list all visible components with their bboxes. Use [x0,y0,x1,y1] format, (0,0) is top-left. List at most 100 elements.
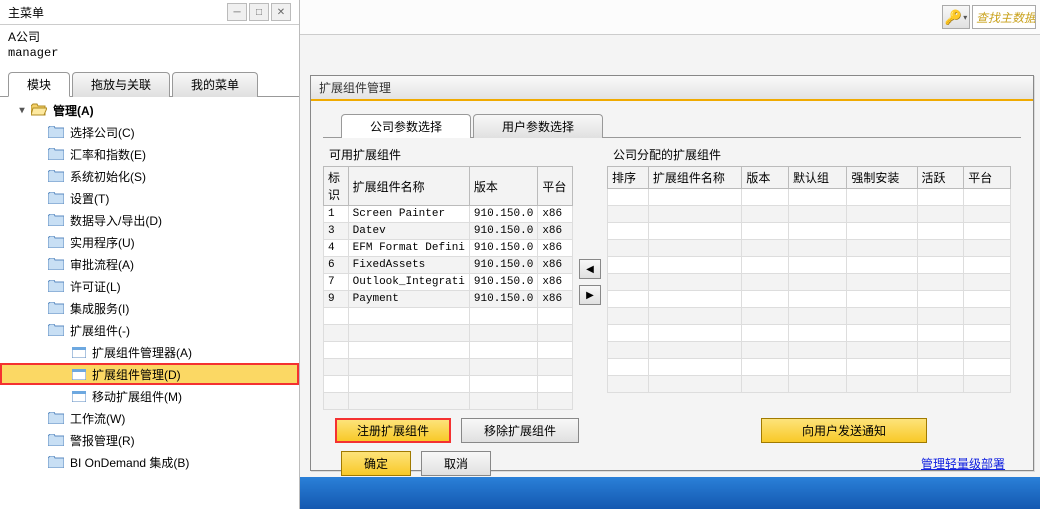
table-row[interactable]: 3Datev910.150.0x86 [324,223,573,240]
remove-button[interactable]: 移除扩展组件 [461,418,579,443]
table-cell [648,206,741,223]
tab-modules[interactable]: 模块 [8,72,70,97]
table-row[interactable] [608,359,1011,376]
tab-dragdrop[interactable]: 拖放与关联 [72,72,170,97]
table-cell [648,223,741,240]
table-row[interactable]: 1Screen Painter910.150.0x86 [324,206,573,223]
tree-item[interactable]: BI OnDemand 集成(B) [0,451,299,473]
ok-button[interactable]: 确定 [341,451,411,476]
table-row[interactable] [324,342,573,359]
manage-link[interactable]: 管理轻量级部署 [921,455,1005,472]
table-cell [917,291,964,308]
table-row[interactable] [608,342,1011,359]
table-cell [742,376,789,393]
table-cell [538,393,573,410]
tree-item[interactable]: 设置(T) [0,187,299,209]
tree-item[interactable]: 系统初始化(S) [0,165,299,187]
key-icon-button[interactable]: 🔑▾ [942,5,970,29]
nav-tree: ▾ 管理(A) 选择公司(C)汇率和指数(E)系统初始化(S)设置(T)数据导入… [0,99,299,473]
tab-company-params[interactable]: 公司参数选择 [341,114,471,138]
table-cell [648,274,741,291]
table-cell [742,291,789,308]
tree-subitem[interactable]: 扩展组件管理(D) [0,363,299,385]
table-row[interactable] [608,223,1011,240]
table-cell [789,376,847,393]
table-cell [608,376,649,393]
col-plat[interactable]: 平台 [538,167,573,206]
tree-item[interactable]: 警报管理(R) [0,429,299,451]
table-cell [469,308,537,325]
assigned-grid[interactable]: 排序 扩展组件名称 版本 默认组 强制安装 活跃 平台 [607,166,1011,393]
table-row[interactable] [608,257,1011,274]
table-cell [608,274,649,291]
maximize-button[interactable]: □ [249,3,269,21]
available-grid[interactable]: 标识 扩展组件名称 版本 平台 1Screen Painter910.150.0… [323,166,573,410]
table-cell [964,240,1011,257]
left-panel: 主菜单 ─ □ ✕ A公司 manager 模块 拖放与关联 我的菜单 ▾ 管理… [0,0,300,509]
table-row[interactable]: 7Outlook_Integrati910.150.0x86 [324,274,573,291]
table-row[interactable] [324,393,573,410]
tab-mymenu[interactable]: 我的菜单 [172,72,258,97]
table-cell [789,274,847,291]
tree-item[interactable]: 数据导入/导出(D) [0,209,299,231]
tree-subitem[interactable]: 移动扩展组件(M) [0,385,299,407]
tree-item[interactable]: 汇率和指数(E) [0,143,299,165]
tree-item[interactable]: 许可证(L) [0,275,299,297]
tree-item[interactable]: 工作流(W) [0,407,299,429]
search-input[interactable]: 查找主数据和 [972,5,1036,29]
col-plat2[interactable]: 平台 [964,167,1011,189]
table-cell: 910.150.0 [469,257,537,274]
table-row[interactable] [608,189,1011,206]
register-button[interactable]: 注册扩展组件 [335,418,451,443]
table-row[interactable] [608,274,1011,291]
tree-item[interactable]: 集成服务(I) [0,297,299,319]
table-row[interactable]: 9Payment910.150.0x86 [324,291,573,308]
table-row[interactable] [608,325,1011,342]
table-cell [538,359,573,376]
col-defgrp[interactable]: 默认组 [789,167,847,189]
tree-item[interactable]: 选择公司(C) [0,121,299,143]
table-row[interactable] [324,376,573,393]
notify-button[interactable]: 向用户发送通知 [761,418,927,443]
table-cell: x86 [538,206,573,223]
table-row[interactable] [608,308,1011,325]
table-cell [348,359,469,376]
table-cell [964,189,1011,206]
col-active[interactable]: 活跃 [917,167,964,189]
tree-root[interactable]: ▾ 管理(A) [0,99,299,121]
col-order[interactable]: 排序 [608,167,649,189]
table-cell [917,223,964,240]
tree-item[interactable]: 扩展组件(-) [0,319,299,341]
close-button[interactable]: ✕ [271,3,291,21]
assigned-section: 公司分配的扩展组件 排序 扩展组件名称 版本 默认组 强制安装 活跃 平台 [607,146,1011,393]
table-row[interactable] [608,291,1011,308]
table-cell [742,308,789,325]
col-ver[interactable]: 版本 [469,167,537,206]
param-tabs: 公司参数选择 用户参数选择 [341,113,1033,137]
table-row[interactable] [608,376,1011,393]
tree-item[interactable]: 审批流程(A) [0,253,299,275]
table-row[interactable]: 6FixedAssets910.150.0x86 [324,257,573,274]
collapse-icon[interactable]: ▾ [16,104,28,116]
tab-user-params[interactable]: 用户参数选择 [473,114,603,138]
col-name2[interactable]: 扩展组件名称 [648,167,741,189]
table-row[interactable] [324,308,573,325]
table-row[interactable]: 4EFM Format Defini910.150.0x86 [324,240,573,257]
table-row[interactable] [608,206,1011,223]
col-name[interactable]: 扩展组件名称 [348,167,469,206]
move-right-button[interactable]: ▶ [579,285,601,305]
table-cell [964,291,1011,308]
col-ver2[interactable]: 版本 [742,167,789,189]
table-row[interactable] [324,359,573,376]
cancel-button[interactable]: 取消 [421,451,491,476]
minimize-button[interactable]: ─ [227,3,247,21]
table-cell [648,342,741,359]
table-row[interactable] [324,325,573,342]
tree-subitem[interactable]: 扩展组件管理器(A) [0,341,299,363]
tree-item[interactable]: 实用程序(U) [0,231,299,253]
move-left-button[interactable]: ◀ [579,259,601,279]
window-title: 扩展组件管理 [311,76,1033,101]
col-id[interactable]: 标识 [324,167,349,206]
table-row[interactable] [608,240,1011,257]
col-force[interactable]: 强制安装 [847,167,917,189]
